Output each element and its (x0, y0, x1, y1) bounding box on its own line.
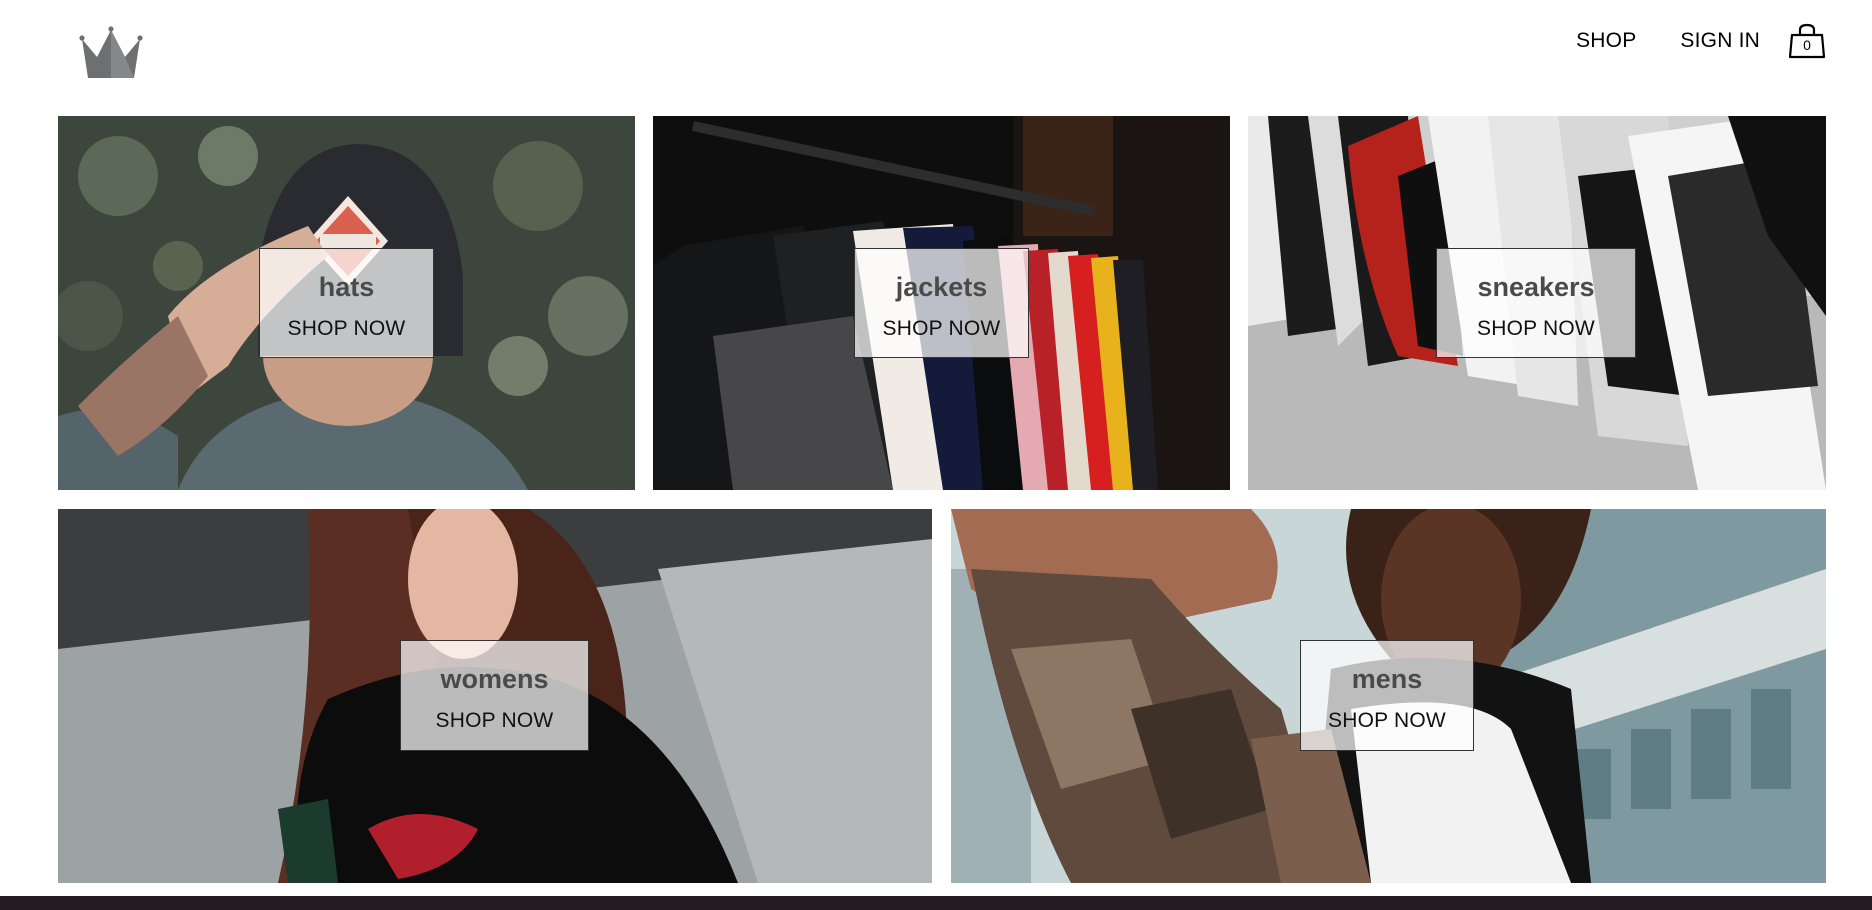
category-tile-jackets[interactable]: jackets SHOP NOW (653, 116, 1230, 490)
shop-now-label: SHOP NOW (1328, 709, 1446, 732)
womens-label-box[interactable]: womens SHOP NOW (400, 640, 589, 751)
hats-label-box[interactable]: hats SHOP NOW (259, 248, 434, 358)
category-tile-sneakers[interactable]: sneakers SHOP NOW (1248, 116, 1826, 490)
category-tile-mens[interactable]: mens SHOP NOW (951, 509, 1826, 883)
category-title: mens (1351, 664, 1423, 694)
mens-label-box[interactable]: mens SHOP NOW (1300, 640, 1474, 751)
bottom-edge-bar (0, 896, 1872, 910)
category-title: sneakers (1477, 272, 1595, 302)
category-title: womens (440, 664, 549, 694)
shop-now-label: SHOP NOW (287, 317, 406, 340)
shop-now-label: SHOP NOW (435, 709, 554, 732)
category-tile-womens[interactable]: womens SHOP NOW (58, 509, 932, 883)
top-nav: SHOP SIGN IN 0 (1576, 23, 1826, 59)
jackets-label-box[interactable]: jackets SHOP NOW (854, 248, 1029, 358)
category-title: hats (318, 272, 375, 302)
cart-button[interactable]: 0 (1788, 23, 1826, 59)
sneakers-label-box[interactable]: sneakers SHOP NOW (1436, 248, 1636, 358)
crown-logo-icon[interactable] (78, 26, 144, 82)
header: SHOP SIGN IN 0 (0, 0, 1872, 116)
nav-sign-in-link[interactable]: SIGN IN (1680, 29, 1760, 53)
category-tile-hats[interactable]: hats SHOP NOW (58, 116, 635, 490)
shop-now-label: SHOP NOW (1477, 317, 1595, 340)
shop-now-label: SHOP NOW (882, 317, 1001, 340)
nav-shop-link[interactable]: SHOP (1576, 29, 1636, 53)
cart-count: 0 (1803, 37, 1811, 53)
category-title: jackets (895, 272, 988, 302)
